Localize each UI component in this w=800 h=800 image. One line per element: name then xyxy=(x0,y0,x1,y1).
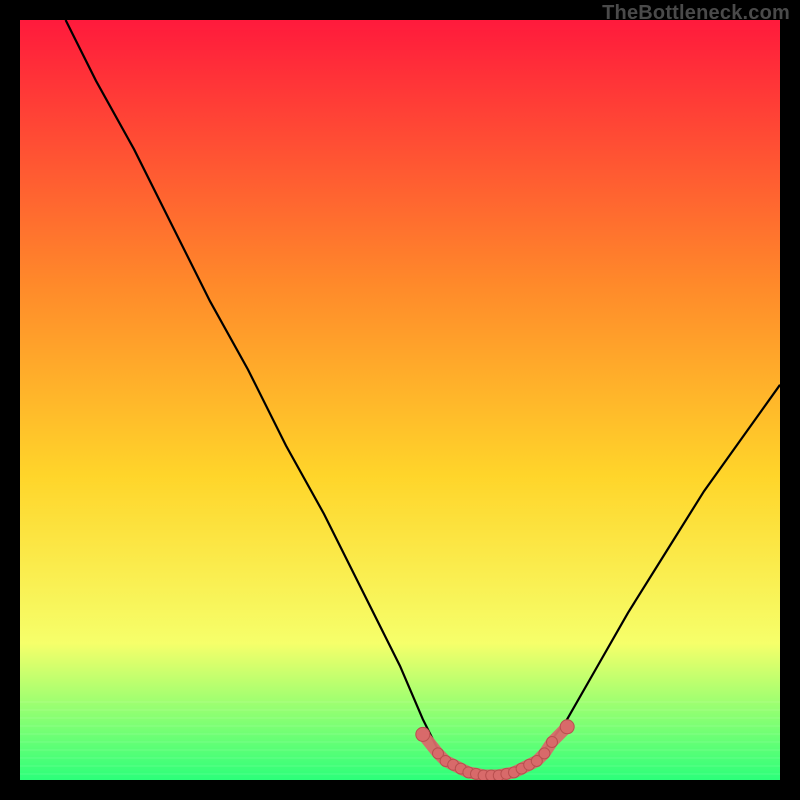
chart-svg xyxy=(20,20,780,780)
marker-dot xyxy=(539,748,550,759)
chart-stage: TheBottleneck.com xyxy=(0,0,800,800)
plot-area xyxy=(20,20,780,780)
marker-dot xyxy=(416,727,430,741)
marker-dot xyxy=(547,737,558,748)
marker-dot xyxy=(560,720,574,734)
